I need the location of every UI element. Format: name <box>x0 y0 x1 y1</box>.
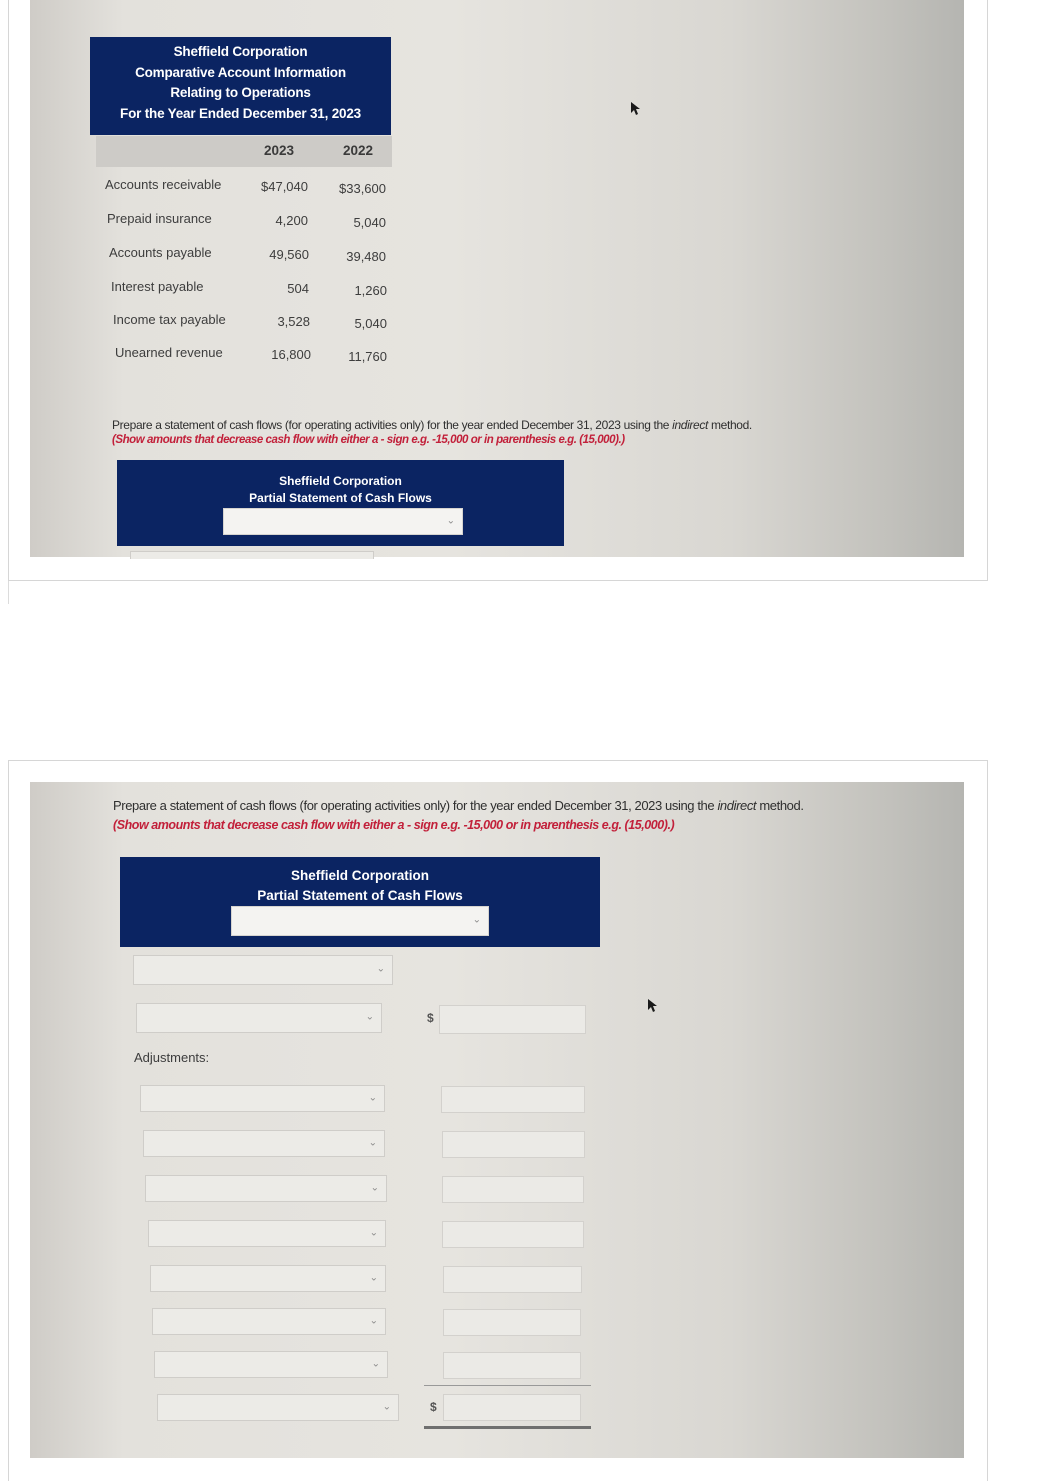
adjustment-amount-input[interactable] <box>443 1266 582 1293</box>
table-cell-2023: 504 <box>287 281 309 296</box>
net-income-amount-input[interactable] <box>439 1005 586 1034</box>
adjustment-amount-input[interactable] <box>442 1131 585 1158</box>
chevron-down-icon: ⌄ <box>368 1091 377 1103</box>
adjustment-amount-input[interactable] <box>443 1352 581 1379</box>
adjustments-label: Adjustments: <box>134 1050 210 1065</box>
chevron-down-icon: ⌄ <box>368 1136 377 1148</box>
total-double-rule <box>424 1426 591 1429</box>
instruction-text-top: Prepare a statement of cash flows (for o… <box>112 418 752 432</box>
table-row-label: Accounts receivable <box>105 177 222 192</box>
header-title: Comparative Account Information <box>135 64 346 80</box>
table-cell-2022: 39,480 <box>346 249 386 264</box>
total-amount-input[interactable] <box>443 1394 581 1421</box>
net-income-select[interactable]: ⌄ <box>136 1003 382 1033</box>
chevron-down-icon: ⌄ <box>365 1011 374 1023</box>
instruction-text-bottom: Prepare a statement of cash flows (for o… <box>113 798 804 813</box>
section-select-top-partial[interactable] <box>130 551 374 559</box>
currency-symbol: $ <box>427 1011 434 1025</box>
section-select[interactable]: ⌄ <box>133 955 393 985</box>
adjustment-amount-input[interactable] <box>442 1176 584 1203</box>
table-cell-2022: $33,600 <box>339 181 386 196</box>
chevron-down-icon: ⌄ <box>382 1400 391 1412</box>
table-cell-2022: 1,260 <box>354 283 387 298</box>
table-cell-2023: 49,560 <box>269 247 309 262</box>
total-select[interactable]: ⌄ <box>157 1394 399 1421</box>
statement-header-bottom: Sheffield Corporation Partial Statement … <box>120 857 600 947</box>
adjustment-select[interactable]: ⌄ <box>150 1265 386 1292</box>
instruction-note-bottom: (Show amounts that decrease cash flow wi… <box>113 818 675 832</box>
chevron-down-icon: ⌄ <box>376 963 385 975</box>
chevron-down-icon: ⌄ <box>446 514 455 526</box>
column-header-2023: 2023 <box>264 143 295 158</box>
chevron-down-icon: ⌄ <box>370 1181 379 1193</box>
table-row-label: Prepaid insurance <box>107 211 212 226</box>
table-cell-2022: 5,040 <box>354 316 387 331</box>
adjustment-amount-input[interactable] <box>441 1086 585 1113</box>
chevron-down-icon: ⌄ <box>371 1357 380 1369</box>
total-currency-symbol: $ <box>430 1400 437 1414</box>
adjustment-select[interactable]: ⌄ <box>140 1085 385 1112</box>
chevron-down-icon: ⌄ <box>369 1226 378 1238</box>
adjustment-select[interactable]: ⌄ <box>145 1175 387 1202</box>
table-row-label: Accounts payable <box>109 245 212 260</box>
adjustment-amount-input[interactable] <box>443 1309 581 1336</box>
table-cell-2022: 5,040 <box>353 215 386 230</box>
chevron-down-icon: ⌄ <box>369 1271 378 1283</box>
table-cell-2023: 16,800 <box>271 347 311 362</box>
table-row-label: Income tax payable <box>113 312 226 327</box>
comparative-info-header: Sheffield Corporation Comparative Accoun… <box>90 37 391 135</box>
chevron-down-icon: ⌄ <box>369 1314 378 1326</box>
chevron-down-icon: ⌄ <box>472 914 481 926</box>
table-cell-2023: 3,528 <box>277 314 310 329</box>
subtotal-rule <box>424 1385 591 1386</box>
adjustment-select[interactable]: ⌄ <box>148 1220 386 1247</box>
header-company: Sheffield Corporation <box>173 44 308 59</box>
column-header-2022: 2022 <box>343 143 374 158</box>
adjustment-select[interactable]: ⌄ <box>154 1351 388 1378</box>
header-period: For the Year Ended December 31, 2023 <box>120 105 361 121</box>
table-cell-2023: $47,040 <box>261 179 308 194</box>
adjustment-amount-input[interactable] <box>442 1221 584 1248</box>
statement-title-bottom: Partial Statement of Cash Flows <box>257 888 463 903</box>
table-row-label: Unearned revenue <box>115 345 223 360</box>
table-row-label: Interest payable <box>111 279 204 294</box>
statement-header-top: Sheffield Corporation Partial Statement … <box>117 460 564 546</box>
statement-company-top: Sheffield Corporation <box>279 474 402 488</box>
instruction-note-top: (Show amounts that decrease cash flow wi… <box>112 434 625 446</box>
statement-title-top: Partial Statement of Cash Flows <box>249 491 432 505</box>
statement-company-bottom: Sheffield Corporation <box>291 868 429 883</box>
period-select-bottom[interactable]: ⌄ <box>231 906 489 936</box>
header-subtitle: Relating to Operations <box>170 85 311 100</box>
table-cell-2022: 11,760 <box>348 349 387 364</box>
period-select-top[interactable]: ⌄ <box>223 508 463 535</box>
adjustment-select[interactable]: ⌄ <box>143 1130 385 1157</box>
table-cell-2023: 4,200 <box>275 213 308 228</box>
adjustment-select[interactable]: ⌄ <box>152 1308 386 1335</box>
